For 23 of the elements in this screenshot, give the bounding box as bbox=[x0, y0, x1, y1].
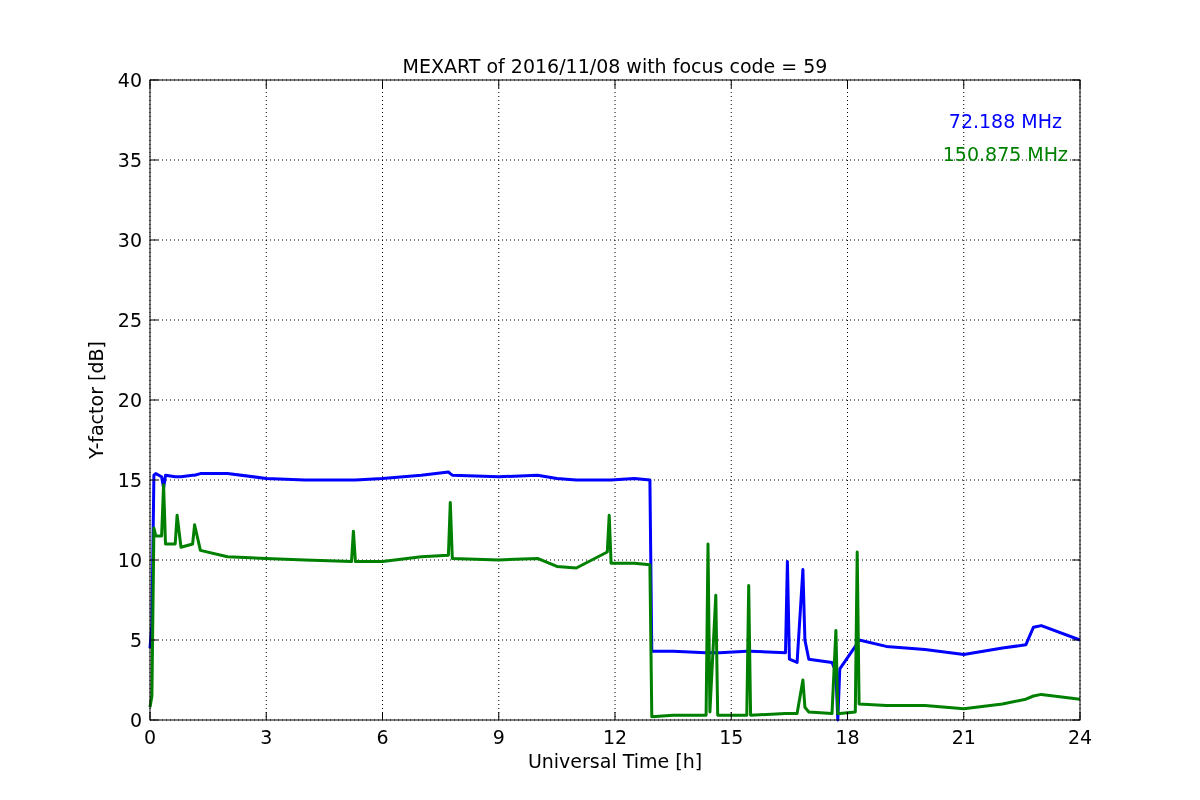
y-tick-label: 25 bbox=[117, 309, 142, 331]
y-tick-label: 30 bbox=[117, 229, 142, 251]
chart-title: MEXART of 2016/11/08 with focus code = 59 bbox=[402, 55, 828, 77]
x-tick-label: 6 bbox=[376, 726, 389, 748]
x-tick-label: 15 bbox=[719, 726, 744, 748]
y-axis-label: Y-factor [dB] bbox=[85, 341, 107, 459]
y-tick-label: 20 bbox=[117, 389, 142, 411]
x-tick-label: 24 bbox=[1067, 726, 1093, 748]
y-tick-label: 35 bbox=[117, 149, 142, 171]
y-tick-label: 15 bbox=[117, 469, 142, 491]
y-tick-label: 5 bbox=[129, 629, 142, 651]
x-axis-label: Universal Time [h] bbox=[527, 750, 703, 772]
x-tick-label: 9 bbox=[492, 726, 505, 748]
y-tick-label: 40 bbox=[117, 69, 142, 91]
y-tick-label: 10 bbox=[117, 549, 142, 571]
x-tick-label: 21 bbox=[951, 726, 976, 748]
legend-label: 150.875 MHz bbox=[942, 143, 1068, 165]
x-tick-label: 18 bbox=[835, 726, 860, 748]
y-tick-label: 0 bbox=[129, 709, 142, 731]
legend-label: 72.188 MHz bbox=[948, 110, 1062, 132]
x-tick-label: 0 bbox=[143, 726, 157, 748]
x-tick-label: 3 bbox=[260, 726, 273, 748]
x-tick-label: 12 bbox=[602, 726, 628, 748]
